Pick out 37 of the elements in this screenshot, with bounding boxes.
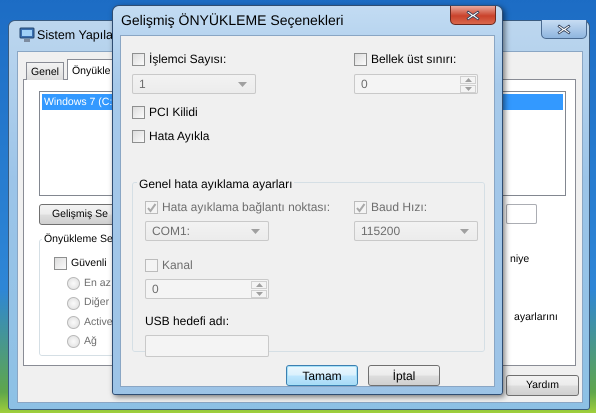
close-button[interactable] <box>541 20 587 39</box>
checkbox-label: İşlemci Sayısı: <box>149 51 226 68</box>
window-title: Sistem Yapıla <box>37 27 113 44</box>
checkbox-label: Kanal <box>162 257 193 274</box>
dropdown-arrow-icon <box>460 228 469 234</box>
checkbox[interactable] <box>54 257 67 270</box>
dropdown-arrow-icon <box>238 82 247 86</box>
up-arrow-icon <box>256 282 262 286</box>
checkbox[interactable] <box>132 106 145 118</box>
radio-label: En az <box>84 276 111 291</box>
down-arrow-icon <box>464 86 472 90</box>
radio-label: Diğer <box>84 295 110 310</box>
close-icon <box>557 24 571 34</box>
radio-label: Ağ <box>84 334 97 349</box>
dropdown-arrow-icon <box>251 228 260 234</box>
dialog-button[interactable]: Tamam <box>286 365 358 386</box>
text-field[interactable] <box>506 204 537 224</box>
down-arrow-icon <box>256 292 262 296</box>
window-title: Gelişmiş ÖNYÜKLEME Seçenekleri <box>121 11 344 30</box>
radio-label: Active <box>84 314 113 330</box>
field-label: USB hedefi adı: <box>145 313 230 330</box>
tab[interactable]: Genel <box>26 62 64 80</box>
computer-icon <box>19 27 35 43</box>
close-icon <box>466 10 480 20</box>
checkbox-label: Güvenli <box>71 256 107 271</box>
checkbox-label: Hata ayıklama bağlantı noktası: <box>162 199 330 216</box>
checkbox-label: Baud Hızı: <box>371 199 428 216</box>
checkbox-label: PCI Kilidi <box>149 104 198 121</box>
checkbox-label: Bellek üst sınırı: <box>371 51 456 68</box>
dialog-button[interactable]: İptal <box>368 365 440 386</box>
up-arrow-icon <box>464 78 472 82</box>
option-text: ayarlarını <box>514 310 558 325</box>
close-button[interactable] <box>450 6 496 25</box>
checkbox-label: Hata Ayıkla <box>149 128 210 145</box>
option-text: niye <box>510 252 530 267</box>
checkbox[interactable] <box>132 130 145 142</box>
help-button[interactable]: Yardım <box>506 375 579 396</box>
